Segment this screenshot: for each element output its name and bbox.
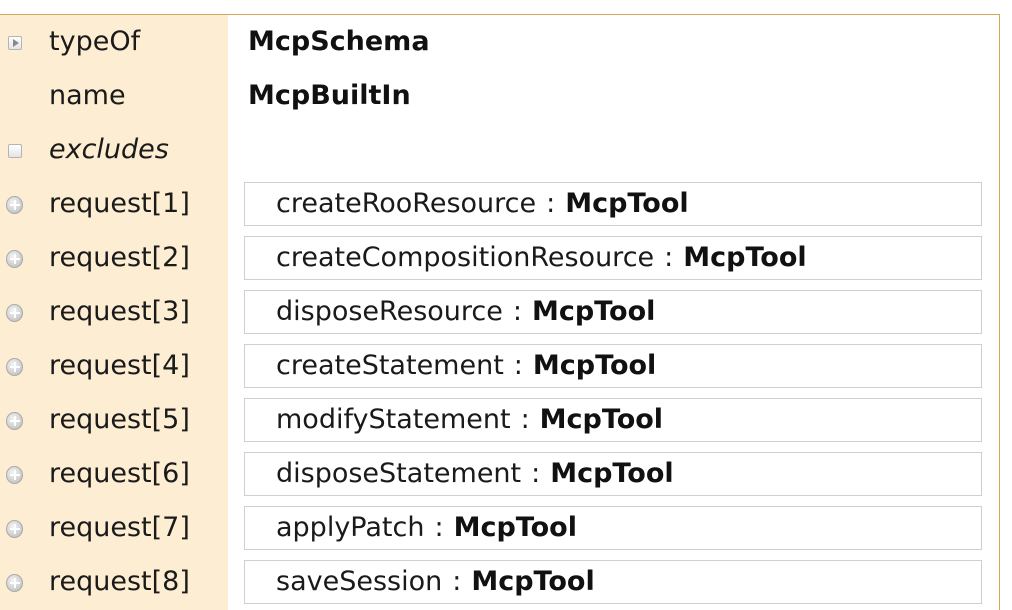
request-label: request[8] <box>49 566 190 597</box>
request-name: createCompositionResource <box>276 242 655 273</box>
add-circle-icon[interactable] <box>6 249 23 268</box>
request-type: McpTool <box>471 566 595 597</box>
request-item-text: createCompositionResource: McpTool <box>276 237 807 279</box>
request-type: McpTool <box>565 188 689 219</box>
type-separator: : <box>513 350 523 381</box>
request-name: applyPatch <box>276 512 425 543</box>
request-item[interactable]: createStatement: McpTool <box>244 344 982 388</box>
type-separator: : <box>531 458 541 489</box>
request-name: createStatement <box>276 350 504 381</box>
add-circle-icon[interactable] <box>6 573 23 592</box>
request-item[interactable]: applyPatch: McpTool <box>244 506 982 550</box>
row-name: name McpBuiltIn <box>0 69 999 123</box>
excludes-label: excludes <box>49 134 169 165</box>
request-item-text: disposeResource: McpTool <box>276 291 655 333</box>
name-label: name <box>49 80 126 111</box>
type-separator: : <box>520 404 530 435</box>
name-value[interactable]: McpBuiltIn <box>248 69 411 123</box>
request-name: disposeResource <box>276 296 503 327</box>
request-name: modifyStatement <box>276 404 511 435</box>
request-item-text: modifyStatement: McpTool <box>276 399 663 441</box>
request-type: McpTool <box>531 296 656 327</box>
add-circle-icon[interactable] <box>6 465 23 484</box>
property-panel: typeOf McpSchema name McpBuiltIn exclude… <box>0 14 1000 610</box>
request-label: request[2] <box>49 242 190 273</box>
request-row: request[7] applyPatch: McpTool <box>0 501 999 555</box>
add-circle-icon[interactable] <box>6 519 23 538</box>
type-separator: : <box>512 296 522 327</box>
request-label: request[3] <box>49 296 190 327</box>
request-item[interactable]: createRooResource: McpTool <box>244 182 982 226</box>
request-item-text: disposeStatement: McpTool <box>276 453 674 495</box>
row-excludes: excludes <box>0 123 999 177</box>
add-circle-icon[interactable] <box>6 303 23 322</box>
expand-triangle-icon[interactable] <box>6 34 23 51</box>
request-name: disposeStatement <box>276 458 522 489</box>
request-item-text: createStatement: McpTool <box>276 345 656 387</box>
request-type: McpTool <box>683 242 807 273</box>
request-name: createRooResource <box>276 188 537 219</box>
request-row: request[3] disposeResource: McpTool <box>0 285 999 339</box>
type-separator: : <box>664 242 674 273</box>
property-rows: typeOf McpSchema name McpBuiltIn exclude… <box>0 15 999 609</box>
request-row: request[5] modifyStatement: McpTool <box>0 393 999 447</box>
request-label: request[1] <box>49 188 190 219</box>
request-row: request[8] saveSession: McpTool <box>0 555 999 609</box>
row-typeof: typeOf McpSchema <box>0 15 999 69</box>
request-item[interactable]: saveSession: McpTool <box>244 560 982 604</box>
add-circle-icon[interactable] <box>6 357 23 376</box>
request-item[interactable]: disposeStatement: McpTool <box>244 452 982 496</box>
request-item[interactable]: modifyStatement: McpTool <box>244 398 982 442</box>
add-circle-icon[interactable] <box>6 411 23 430</box>
type-separator: : <box>546 188 556 219</box>
request-label: request[7] <box>49 512 190 543</box>
request-label: request[4] <box>49 350 190 381</box>
typeof-label: typeOf <box>49 26 141 57</box>
request-row: request[1] createRooResource: McpTool <box>0 177 999 231</box>
request-label: request[5] <box>49 404 190 435</box>
add-circle-icon[interactable] <box>6 195 23 214</box>
request-row: request[2] createCompositionResource: McpT… <box>0 231 999 285</box>
request-row: request[6] disposeStatement: McpTool <box>0 447 999 501</box>
type-separator: : <box>452 566 462 597</box>
request-type: McpTool <box>550 458 674 489</box>
request-label: request[6] <box>49 458 190 489</box>
request-name: saveSession <box>276 566 443 597</box>
request-type: McpTool <box>532 350 657 381</box>
request-item[interactable]: disposeResource: McpTool <box>244 290 982 334</box>
request-type: McpTool <box>453 512 577 543</box>
request-item[interactable]: createCompositionResource: McpTool <box>244 236 982 280</box>
type-separator: : <box>434 512 444 543</box>
empty-checkbox-icon[interactable] <box>6 142 23 159</box>
typeof-value[interactable]: McpSchema <box>248 15 430 69</box>
request-item-text: createRooResource: McpTool <box>276 183 689 225</box>
request-type: McpTool <box>539 404 664 435</box>
request-item-text: saveSession: McpTool <box>276 561 595 603</box>
request-row: request[4] createStatement: McpTool <box>0 339 999 393</box>
request-item-text: applyPatch: McpTool <box>276 507 577 549</box>
